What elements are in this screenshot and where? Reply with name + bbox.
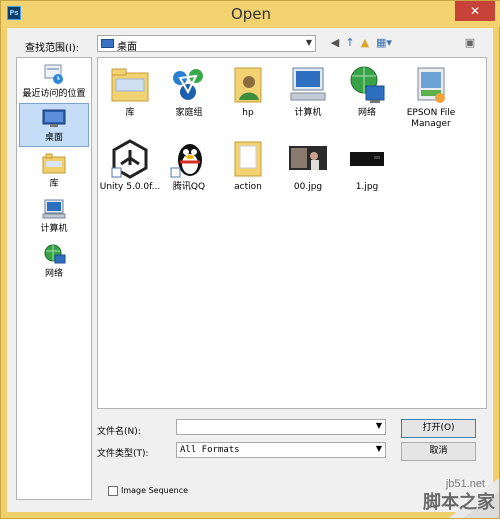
desktop-icon [42,107,66,129]
place-label: 桌面 [44,133,63,143]
lookin-label: 查找范围(I): [25,43,80,54]
file-name: hp [242,108,254,118]
file-item[interactable]: 网络 [336,64,398,119]
desktop-icon [101,39,114,48]
close-button[interactable]: ✕ [455,1,495,21]
file-list[interactable]: 库 家庭组 hp 计算机 网络 EPSON File Manager Unity… [97,57,487,409]
homegroup-icon [168,64,210,106]
file-item[interactable]: 00.jpg [277,138,339,193]
folder-icon [227,138,269,180]
file-name: EPSON File Manager [406,108,456,129]
cancel-button[interactable]: 取消 [401,442,476,461]
view-menu-icon[interactable]: ▦▾ [374,36,394,50]
back-icon[interactable]: ◀ [328,36,342,50]
chevron-down-icon: ▼ [305,38,312,47]
image-sequence-label: Image Sequence [121,486,189,495]
watermark-site: 脚本之家 [423,492,495,513]
filetype-dropdown[interactable]: All Formats ▼ [176,442,386,458]
library-folder-icon [109,64,151,106]
place-label: 最近访问的位置 [22,89,86,99]
recent-places-icon [42,63,66,85]
file-item[interactable]: 1.jpg [336,138,398,193]
window-title: Open [230,5,272,23]
filetype-label: 文件类型(T): [97,449,149,459]
epson-file-manager-icon [410,64,452,106]
file-item[interactable]: hp [217,64,279,119]
file-name: 计算机 [294,108,322,118]
title-bar[interactable]: Ps Open ✕ [1,1,500,27]
folder-option-icon[interactable]: ▣ [463,36,477,50]
place-library[interactable]: 库 [19,150,89,194]
computer-icon [42,198,66,220]
unity-icon [109,138,151,180]
filename-label: 文件名(N): [97,427,141,437]
place-label: 网络 [44,269,63,279]
file-item[interactable]: Unity 5.0.0f... [99,138,161,193]
file-name: 腾讯QQ [172,182,206,192]
new-folder-icon[interactable]: ▲ [358,36,372,50]
network-icon [346,64,388,106]
up-folder-icon[interactable]: ↑ [343,36,357,50]
image-thumbnail-icon [287,138,329,180]
dialog-window: Ps Open ✕ 查找范围(I): 桌面 ▼ ◀ ↑ ▲ ▦▾ ▣ 最近访问的… [0,0,500,519]
file-name: action [234,182,262,192]
file-name: 库 [125,108,135,118]
place-desktop[interactable]: 桌面 [19,103,89,147]
user-folder-icon [227,64,269,106]
lookin-value: 桌面 [117,42,137,53]
file-name: 00.jpg [293,182,323,192]
library-icon [42,153,66,175]
lookin-dropdown[interactable]: 桌面 ▼ [97,35,316,53]
places-bar: 最近访问的位置 桌面 库 计算机 网络 [16,57,92,500]
file-item[interactable]: 计算机 [277,64,339,119]
qq-penguin-icon [168,138,210,180]
place-label: 计算机 [40,224,68,234]
file-name: Unity 5.0.0f... [99,182,161,192]
file-item[interactable]: 库 [99,64,161,119]
chevron-down-icon[interactable]: ▼ [376,421,382,430]
file-name: 家庭组 [175,108,203,118]
chevron-down-icon: ▼ [375,444,382,453]
filetype-value: All Formats [180,445,240,455]
file-item[interactable]: EPSON File Manager [398,64,464,130]
image-thumbnail-icon [346,138,388,180]
place-computer[interactable]: 计算机 [19,195,89,239]
image-sequence-checkbox[interactable] [108,486,118,496]
computer-icon [287,64,329,106]
filename-input[interactable]: ▼ [176,419,386,435]
file-name: 网络 [357,108,376,118]
file-item[interactable]: 家庭组 [158,64,220,119]
open-button[interactable]: 打开(O) [401,419,476,438]
file-item[interactable]: 腾讯QQ [158,138,220,193]
place-recent[interactable]: 最近访问的位置 [19,60,89,104]
file-name: 1.jpg [355,182,379,192]
place-label: 库 [49,179,59,189]
network-icon [42,243,66,265]
place-network[interactable]: 网络 [19,240,89,284]
file-item[interactable]: action [217,138,279,193]
